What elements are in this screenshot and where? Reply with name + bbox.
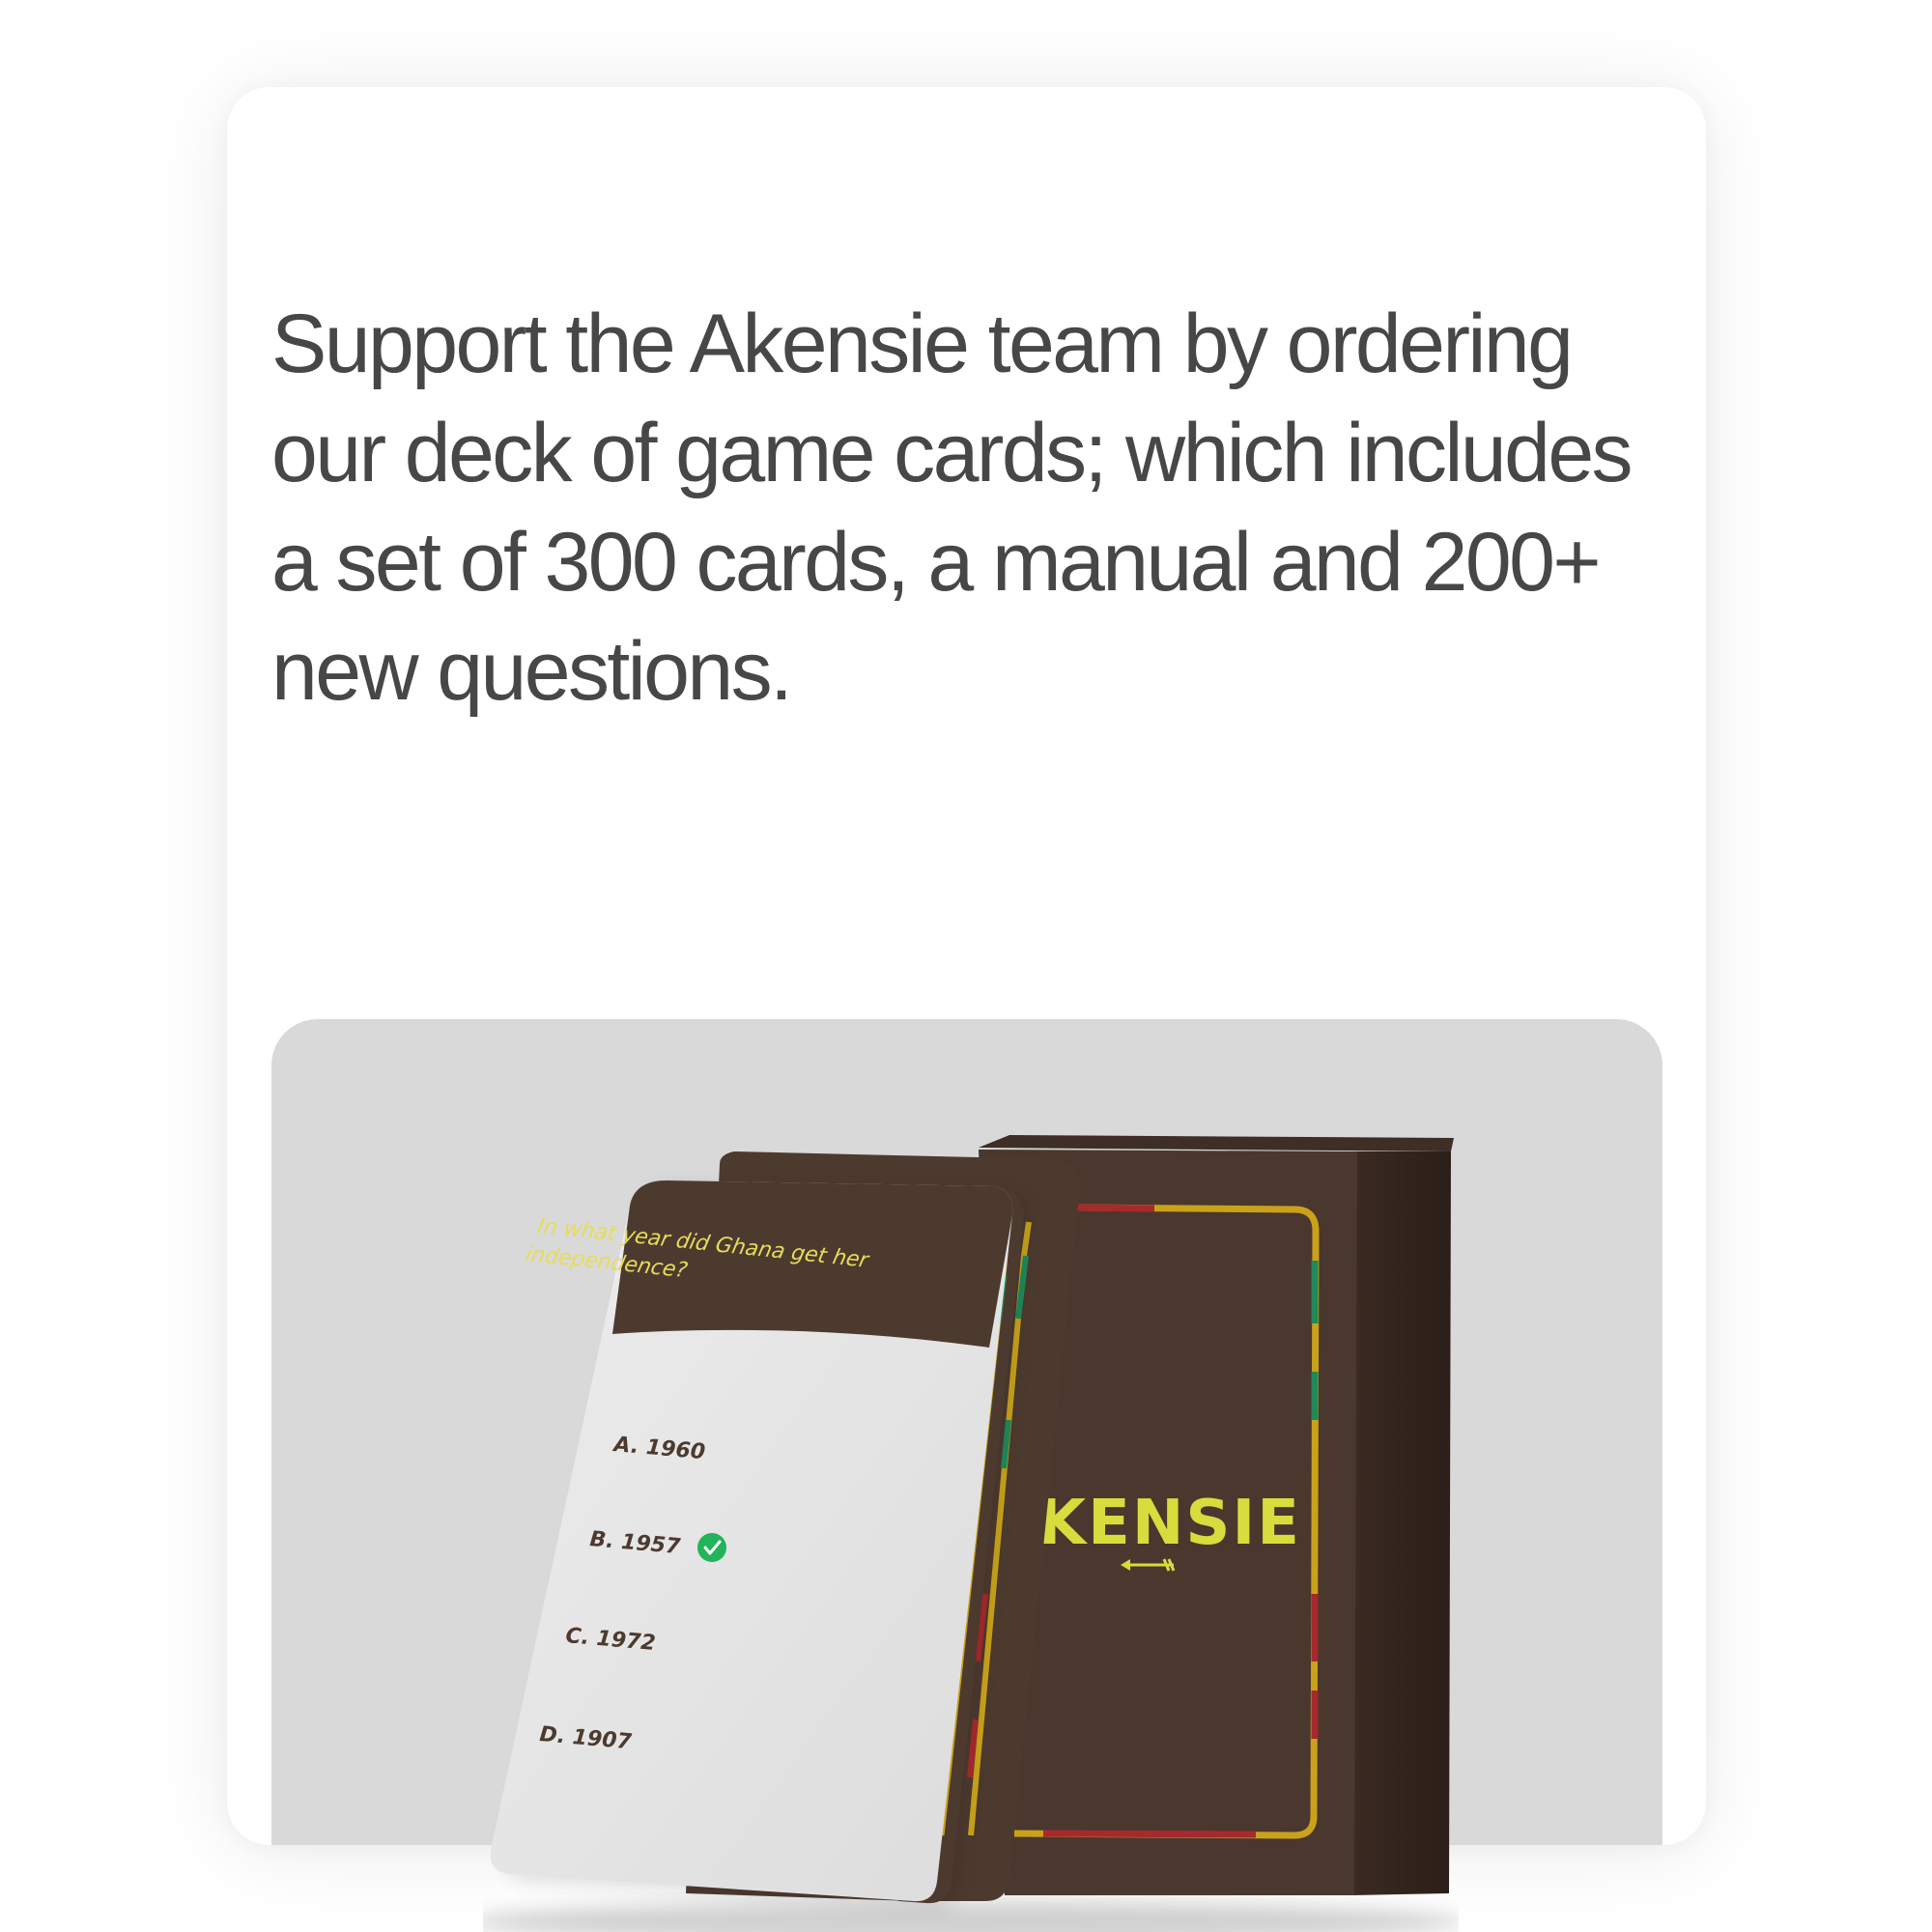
check-circle-icon	[697, 1533, 726, 1562]
promo-headline: Support the Akensie team by ordering our…	[271, 298, 1634, 718]
page: Support the Akensie team by ordering our…	[0, 0, 1932, 1932]
